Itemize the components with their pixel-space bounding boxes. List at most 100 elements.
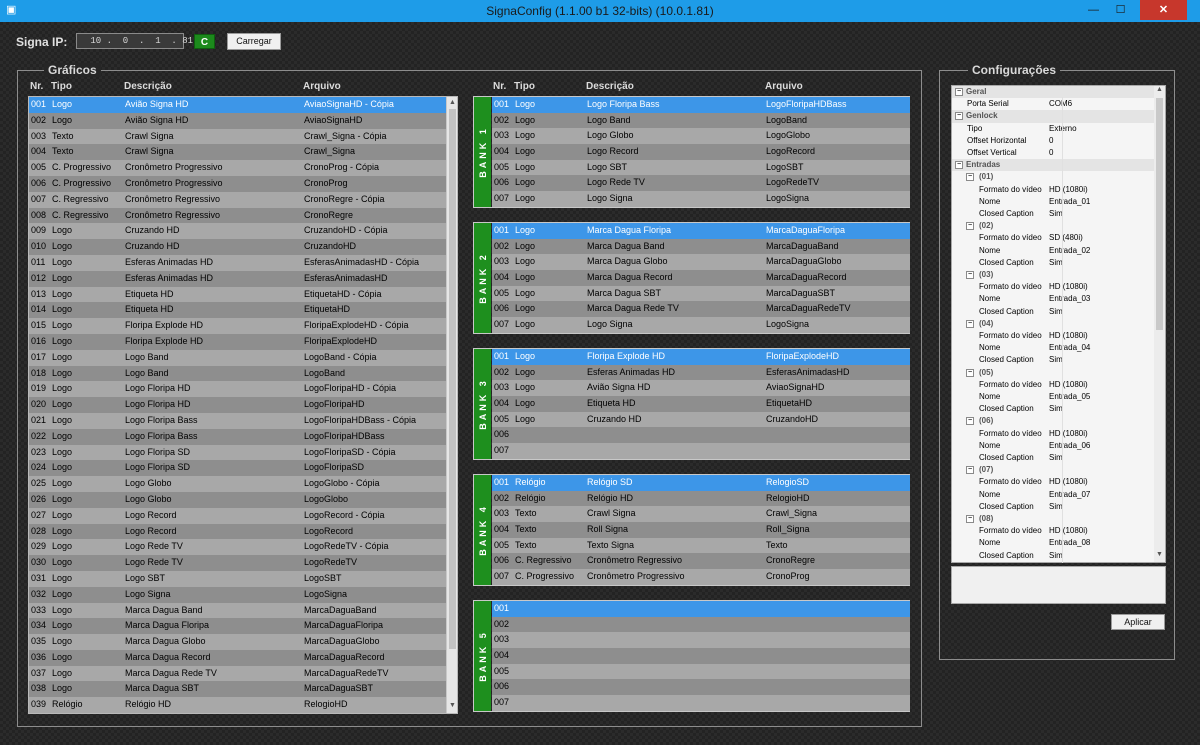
property-value[interactable]: Entrada_08 [1049,537,1149,549]
property-value[interactable]: Entrada_07 [1049,489,1149,501]
property-value[interactable]: Sim [1049,452,1149,464]
bank-slot-row[interactable]: 002 Logo Esferas Animadas HD EsferasAnimada… [492,364,910,381]
connect-button[interactable]: C [194,34,215,49]
property-value[interactable]: Sim [1049,306,1149,318]
table-row[interactable]: 013 Logo Etiqueta HD EtiquetaHD - Cópia [29,286,446,303]
chevron-down-icon[interactable]: ▼ [447,701,457,711]
property-value[interactable]: Entrada_01 [1049,196,1149,208]
property-value[interactable]: Sim [1049,257,1149,269]
table-row[interactable]: 029 Logo Logo Rede TV LogoRedeTV - Cópia [29,539,446,556]
property-value[interactable]: HD (1080i) [1049,476,1149,488]
bank-slot-row[interactable]: 003 Logo Avião Signa HD AviaoSignaHD [492,380,910,397]
property-value[interactable]: Sim [1049,354,1149,366]
property-value[interactable]: SD (480i) [1049,232,1149,244]
property-category[interactable]: − (04) [952,317,1154,330]
table-row[interactable]: 010 Logo Cruzando HD CruzandoHD [29,239,446,255]
table-row[interactable]: 035 Logo Marca Dagua Globo MarcaDaguaGlobo [29,634,446,650]
bank-slot-row[interactable]: 002 Relógio Relógio HD RelogioHD [492,490,910,507]
minus-box-icon[interactable]: − [966,173,974,182]
chevron-down-icon[interactable]: ▼ [1154,551,1165,558]
table-row[interactable]: 016 Logo Floripa Explode HD FloripaExplodeH… [29,333,446,350]
bank-slot-row[interactable]: 004 Logo Logo Record LogoRecord [492,144,910,160]
bank-slot-row[interactable]: 003 Logo Logo Globo LogoGlobo [492,128,910,145]
property-row[interactable]: Formato do vídeo HD (1080i) [952,379,1154,391]
property-row[interactable]: Nome Entrada_01 [952,196,1154,208]
table-row[interactable]: 011 Logo Esferas Animadas HD EsferasAnimada… [29,254,446,271]
property-value[interactable]: Entrada_05 [1049,391,1149,403]
bank-slot-row[interactable]: 002 Logo Marca Dagua Band MarcaDaguaBand [492,238,910,255]
property-row[interactable]: Closed Caption Sim [952,501,1154,513]
table-row[interactable]: 002 Logo Avião Signa HD AviaoSignaHD [29,112,446,129]
table-row[interactable]: 022 Logo Logo Floripa Bass LogoFloripaHDBas… [29,428,446,445]
bank-slot-row[interactable]: 005 Logo Marca Dagua SBT MarcaDaguaSBT [492,285,910,302]
property-row[interactable]: Nome Entrada_02 [952,245,1154,257]
table-row[interactable]: 009 Logo Cruzando HD CruzandoHD - Cópia [29,223,446,240]
minus-box-icon[interactable]: − [966,319,974,328]
property-row[interactable]: Closed Caption Sim [952,452,1154,464]
bank-slot-row[interactable]: 001 [492,601,910,617]
property-value[interactable]: HD (1080i) [1049,428,1149,440]
property-value[interactable]: COM6 [1049,98,1149,110]
bank-slot-row[interactable]: 007 [492,443,910,459]
bank-slot-row[interactable]: 001 Logo Logo Floripa Bass LogoFloripaHDBas… [492,97,910,113]
property-row[interactable]: Closed Caption Sim [952,257,1154,269]
bank-slot-row[interactable]: 006 Logo Marca Dagua Rede TV MarcaDaguaRede… [492,301,910,318]
table-row[interactable]: 027 Logo Logo Record LogoRecord - Cópia [29,507,446,524]
bank-slot-row[interactable]: 004 Logo Etiqueta HD EtiquetaHD [492,396,910,412]
table-row[interactable]: 003 Texto Crawl Signa Crawl_Signa - Cópia [29,128,446,145]
table-row[interactable]: 021 Logo Logo Floripa Bass LogoFloripaHDBas… [29,412,446,429]
bank-slot-row[interactable]: 006 C. Regressivo Cronômetro Regressivo Cro… [492,553,910,570]
property-row[interactable]: Nome Entrada_08 [952,537,1154,549]
bank-slot-row[interactable]: 007 Logo Logo Signa LogoSigna [492,191,910,207]
property-value[interactable]: Entrada_06 [1049,440,1149,452]
minus-box-icon[interactable]: − [955,88,963,96]
bank-slot-row[interactable]: 002 Logo Logo Band LogoBand [492,112,910,129]
table-row[interactable]: 037 Logo Marca Dagua Rede TV MarcaDaguaRede… [29,665,446,682]
table-row[interactable]: 025 Logo Logo Globo LogoGlobo - Cópia [29,476,446,492]
table-row[interactable]: 034 Logo Marca Dagua Floripa MarcaDaguaFlor… [29,618,446,635]
apply-button[interactable]: Aplicar [1111,614,1165,630]
bank-slot-row[interactable]: 004 [492,648,910,664]
property-value[interactable]: Sim [1049,550,1149,562]
table-row[interactable]: 039 Relógio Relógio HD RelogioHD [29,697,446,713]
property-category[interactable]: − Genlock [952,110,1154,123]
minus-box-icon[interactable]: − [966,271,974,279]
bank-slot-row[interactable]: 005 Logo Logo SBT LogoSBT [492,159,910,176]
property-category[interactable]: − (03) [952,269,1154,282]
property-row[interactable]: Porta Serial COM6 [952,98,1154,110]
bank-slot-row[interactable]: 007 C. Progressivo Cronômetro Progressivo C… [492,569,910,585]
minus-box-icon[interactable]: − [966,417,974,426]
bank-slot-row[interactable]: 006 [492,427,910,444]
table-row[interactable]: 028 Logo Logo Record LogoRecord [29,523,446,540]
table-row[interactable]: 024 Logo Logo Floripa SD LogoFloripaSD [29,460,446,477]
property-row[interactable]: Formato do vídeo HD (1080i) [952,184,1154,196]
table-row[interactable]: 001 Logo Avião Signa HD AviaoSignaHD - Cópi… [29,97,446,113]
property-category[interactable]: − Geral [952,86,1154,99]
property-value[interactable]: 0 [1049,135,1149,147]
table-row[interactable]: 036 Logo Marca Dagua Record MarcaDaguaRecor… [29,649,446,666]
table-row[interactable]: 018 Logo Logo Band LogoBand [29,365,446,382]
table-row[interactable]: 019 Logo Logo Floripa HD LogoFloripaHD - Có… [29,381,446,398]
bank-slot-row[interactable]: 001 Logo Marca Dagua Floripa MarcaDaguaFlor… [492,223,910,239]
bank-slot-row[interactable]: 002 [492,616,910,633]
bank-slot-row[interactable]: 001 Relógio Relógio SD RelogioSD [492,475,910,491]
property-value[interactable]: HD (1080i) [1049,281,1149,293]
table-row[interactable]: 031 Logo Logo SBT LogoSBT [29,570,446,587]
property-row[interactable]: Formato do vídeo HD (1080i) [952,281,1154,293]
table-row[interactable]: 017 Logo Logo Band LogoBand - Cópia [29,349,446,366]
property-category[interactable]: − (08) [952,513,1154,526]
minimize-button[interactable]: — [1080,0,1107,20]
minus-box-icon[interactable]: − [955,161,963,170]
table-row[interactable]: 004 Texto Crawl Signa Crawl_Signa [29,144,446,161]
table-row[interactable]: 015 Logo Floripa Explode HD FloripaExplodeH… [29,318,446,334]
load-button[interactable]: Carregar [227,33,281,50]
minus-box-icon[interactable]: − [966,222,974,231]
property-value[interactable]: Externo [1049,123,1149,135]
property-row[interactable]: Formato do vídeo SD (480i) [952,232,1154,244]
bank-slot-row[interactable]: 003 Texto Crawl Signa Crawl_Signa [492,506,910,523]
chevron-up-icon[interactable]: ▲ [447,98,457,108]
property-row[interactable]: Formato do vídeo HD (1080i) [952,330,1154,342]
property-row[interactable]: Offset Horizontal 0 [952,135,1154,147]
property-category[interactable]: − (01) [952,171,1154,184]
bank-slot-row[interactable]: 005 Texto Texto Signa Texto [492,537,910,554]
